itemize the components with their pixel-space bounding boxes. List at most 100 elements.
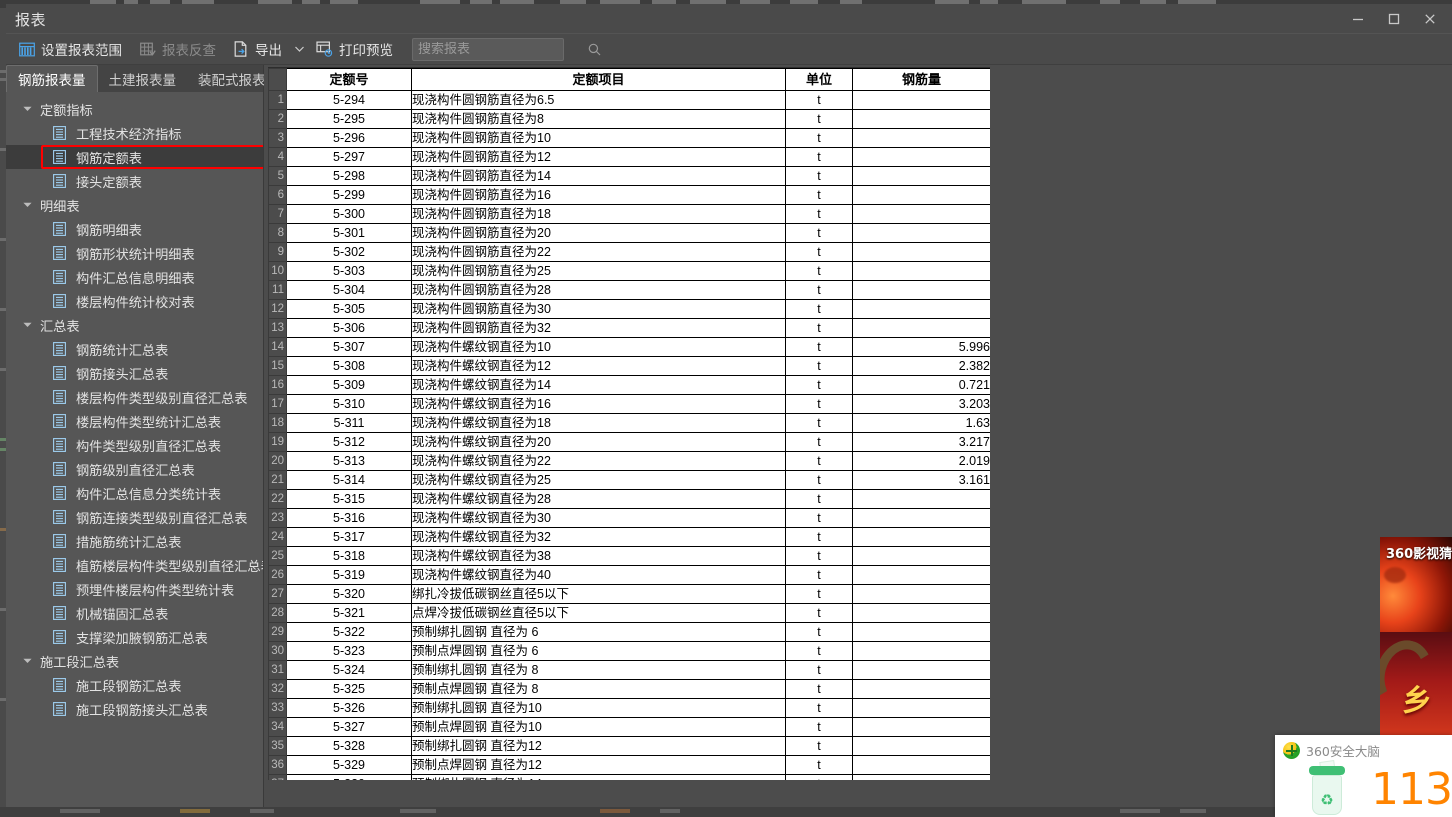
- tree-item-10[interactable]: 钢筋统计汇总表: [6, 337, 263, 361]
- cell-item[interactable]: 预制点焊圆钢 直径为10: [411, 717, 786, 737]
- row-number[interactable]: 32: [268, 679, 287, 699]
- cell-code[interactable]: 5-306: [286, 318, 412, 338]
- cell-unit[interactable]: t: [785, 679, 853, 699]
- cell-unit[interactable]: t: [785, 299, 853, 319]
- row-number[interactable]: 5: [268, 166, 287, 186]
- cell-code[interactable]: 5-318: [286, 546, 412, 566]
- row-number[interactable]: 24: [268, 527, 287, 547]
- cell-unit[interactable]: t: [785, 603, 853, 623]
- table-row[interactable]: 16 5-309 现浇构件螺纹钢直径为14 t 0.721: [268, 375, 990, 395]
- cell-qty[interactable]: [852, 223, 990, 243]
- cell-unit[interactable]: t: [785, 508, 853, 528]
- cell-item[interactable]: 预制绑扎圆钢 直径为 6: [411, 622, 786, 642]
- cell-qty[interactable]: [852, 299, 990, 319]
- row-number[interactable]: 6: [268, 185, 287, 205]
- cell-code[interactable]: 5-301: [286, 223, 412, 243]
- cell-item[interactable]: 现浇构件圆钢筋直径为22: [411, 242, 786, 262]
- cell-qty[interactable]: [852, 318, 990, 338]
- row-number[interactable]: 34: [268, 717, 287, 737]
- row-number[interactable]: 20: [268, 451, 287, 471]
- cell-item[interactable]: 点焊冷拔低碳钢丝直径5以下: [411, 603, 786, 623]
- cell-unit[interactable]: t: [785, 356, 853, 376]
- tree-item-2[interactable]: 钢筋定额表: [6, 145, 263, 169]
- toast-360-safe-brain[interactable]: 360安全大脑 ♻ 113: [1275, 735, 1452, 817]
- cell-qty[interactable]: [852, 660, 990, 680]
- cell-qty[interactable]: [852, 166, 990, 186]
- cell-code[interactable]: 5-297: [286, 147, 412, 167]
- cell-item[interactable]: 现浇构件螺纹钢直径为16: [411, 394, 786, 414]
- cell-item[interactable]: 现浇构件螺纹钢直径为28: [411, 489, 786, 509]
- cell-code[interactable]: 5-311: [286, 413, 412, 433]
- table-row[interactable]: 1 5-294 现浇构件圆钢筋直径为6.5 t: [268, 90, 990, 110]
- column-header-code[interactable]: 定额号: [286, 68, 412, 91]
- cell-qty[interactable]: [852, 774, 990, 780]
- cell-qty[interactable]: [852, 261, 990, 281]
- cell-unit[interactable]: t: [785, 413, 853, 433]
- cell-unit[interactable]: t: [785, 470, 853, 490]
- search-input[interactable]: [418, 41, 588, 57]
- tree-item-24[interactable]: 施工段钢筋汇总表: [6, 673, 263, 697]
- table-row[interactable]: 33 5-326 预制绑扎圆钢 直径为10 t: [268, 698, 990, 718]
- chevron-down-icon[interactable]: [20, 97, 34, 121]
- cell-code[interactable]: 5-316: [286, 508, 412, 528]
- cell-code[interactable]: 5-323: [286, 641, 412, 661]
- search-icon[interactable]: [588, 43, 601, 56]
- row-number[interactable]: 31: [268, 660, 287, 680]
- tree-item-17[interactable]: 钢筋连接类型级别直径汇总表: [6, 505, 263, 529]
- cell-qty[interactable]: 0.721: [852, 375, 990, 395]
- table-row[interactable]: 6 5-299 现浇构件圆钢筋直径为16 t: [268, 185, 990, 205]
- cell-qty[interactable]: [852, 508, 990, 528]
- row-number[interactable]: 9: [268, 242, 287, 262]
- cell-qty[interactable]: [852, 147, 990, 167]
- cell-item[interactable]: 绑扎冷拔低碳钢丝直径5以下: [411, 584, 786, 604]
- tree-group-4[interactable]: 明细表: [6, 193, 263, 217]
- row-number[interactable]: 23: [268, 508, 287, 528]
- table-row[interactable]: 22 5-315 现浇构件螺纹钢直径为28 t: [268, 489, 990, 509]
- chevron-down-icon[interactable]: [20, 649, 34, 673]
- cell-item[interactable]: 现浇构件螺纹钢直径为18: [411, 413, 786, 433]
- table-row[interactable]: 14 5-307 现浇构件螺纹钢直径为10 t 5.996: [268, 337, 990, 357]
- table-row[interactable]: 20 5-313 现浇构件螺纹钢直径为22 t 2.019: [268, 451, 990, 471]
- cell-unit[interactable]: t: [785, 223, 853, 243]
- cell-item[interactable]: 现浇构件螺纹钢直径为30: [411, 508, 786, 528]
- cell-unit[interactable]: t: [785, 109, 853, 129]
- cell-code[interactable]: 5-308: [286, 356, 412, 376]
- cell-unit[interactable]: t: [785, 774, 853, 780]
- cell-unit[interactable]: t: [785, 641, 853, 661]
- row-number[interactable]: 35: [268, 736, 287, 756]
- report-sheet[interactable]: 定额号 定额项目 单位 钢筋量 1 5-294 现浇构件圆钢筋直径为6.5 t 2 5-2…: [268, 67, 990, 780]
- table-row[interactable]: 12 5-305 现浇构件圆钢筋直径为30 t: [268, 299, 990, 319]
- cell-item[interactable]: 现浇构件螺纹钢直径为10: [411, 337, 786, 357]
- cell-unit[interactable]: t: [785, 337, 853, 357]
- tree-item-22[interactable]: 支撑梁加腋钢筋汇总表: [6, 625, 263, 649]
- cell-item[interactable]: 现浇构件圆钢筋直径为20: [411, 223, 786, 243]
- cell-code[interactable]: 5-304: [286, 280, 412, 300]
- cell-qty[interactable]: [852, 717, 990, 737]
- set-report-range-button[interactable]: 设置报表范围: [10, 36, 131, 62]
- table-row[interactable]: 15 5-308 现浇构件螺纹钢直径为12 t 2.382: [268, 356, 990, 376]
- cell-qty[interactable]: [852, 242, 990, 262]
- cell-unit[interactable]: t: [785, 432, 853, 452]
- cell-item[interactable]: 现浇构件螺纹钢直径为32: [411, 527, 786, 547]
- tree-group-23[interactable]: 施工段汇总表: [6, 649, 263, 673]
- tree-group-0[interactable]: 定额指标: [6, 97, 263, 121]
- cell-code[interactable]: 5-329: [286, 755, 412, 775]
- tree-item-14[interactable]: 构件类型级别直径汇总表: [6, 433, 263, 457]
- row-number[interactable]: 17: [268, 394, 287, 414]
- cell-unit[interactable]: t: [785, 755, 853, 775]
- cell-unit[interactable]: t: [785, 394, 853, 414]
- minimize-icon[interactable]: [1340, 4, 1376, 34]
- row-number[interactable]: 11: [268, 280, 287, 300]
- cell-code[interactable]: 5-307: [286, 337, 412, 357]
- cell-code[interactable]: 5-326: [286, 698, 412, 718]
- table-row[interactable]: 19 5-312 现浇构件螺纹钢直径为20 t 3.217: [268, 432, 990, 452]
- ad-popup-360-video[interactable]: 360影视猜 乡: [1380, 537, 1452, 742]
- tab-civil-report[interactable]: 土建报表量: [98, 66, 188, 92]
- row-number[interactable]: 13: [268, 318, 287, 338]
- cell-item[interactable]: 现浇构件圆钢筋直径为28: [411, 280, 786, 300]
- table-row[interactable]: 26 5-319 现浇构件螺纹钢直径为40 t: [268, 565, 990, 585]
- export-button[interactable]: 导出: [225, 36, 291, 62]
- maximize-icon[interactable]: [1376, 4, 1412, 34]
- tab-steel-report[interactable]: 钢筋报表量: [6, 65, 98, 92]
- row-number[interactable]: 3: [268, 128, 287, 148]
